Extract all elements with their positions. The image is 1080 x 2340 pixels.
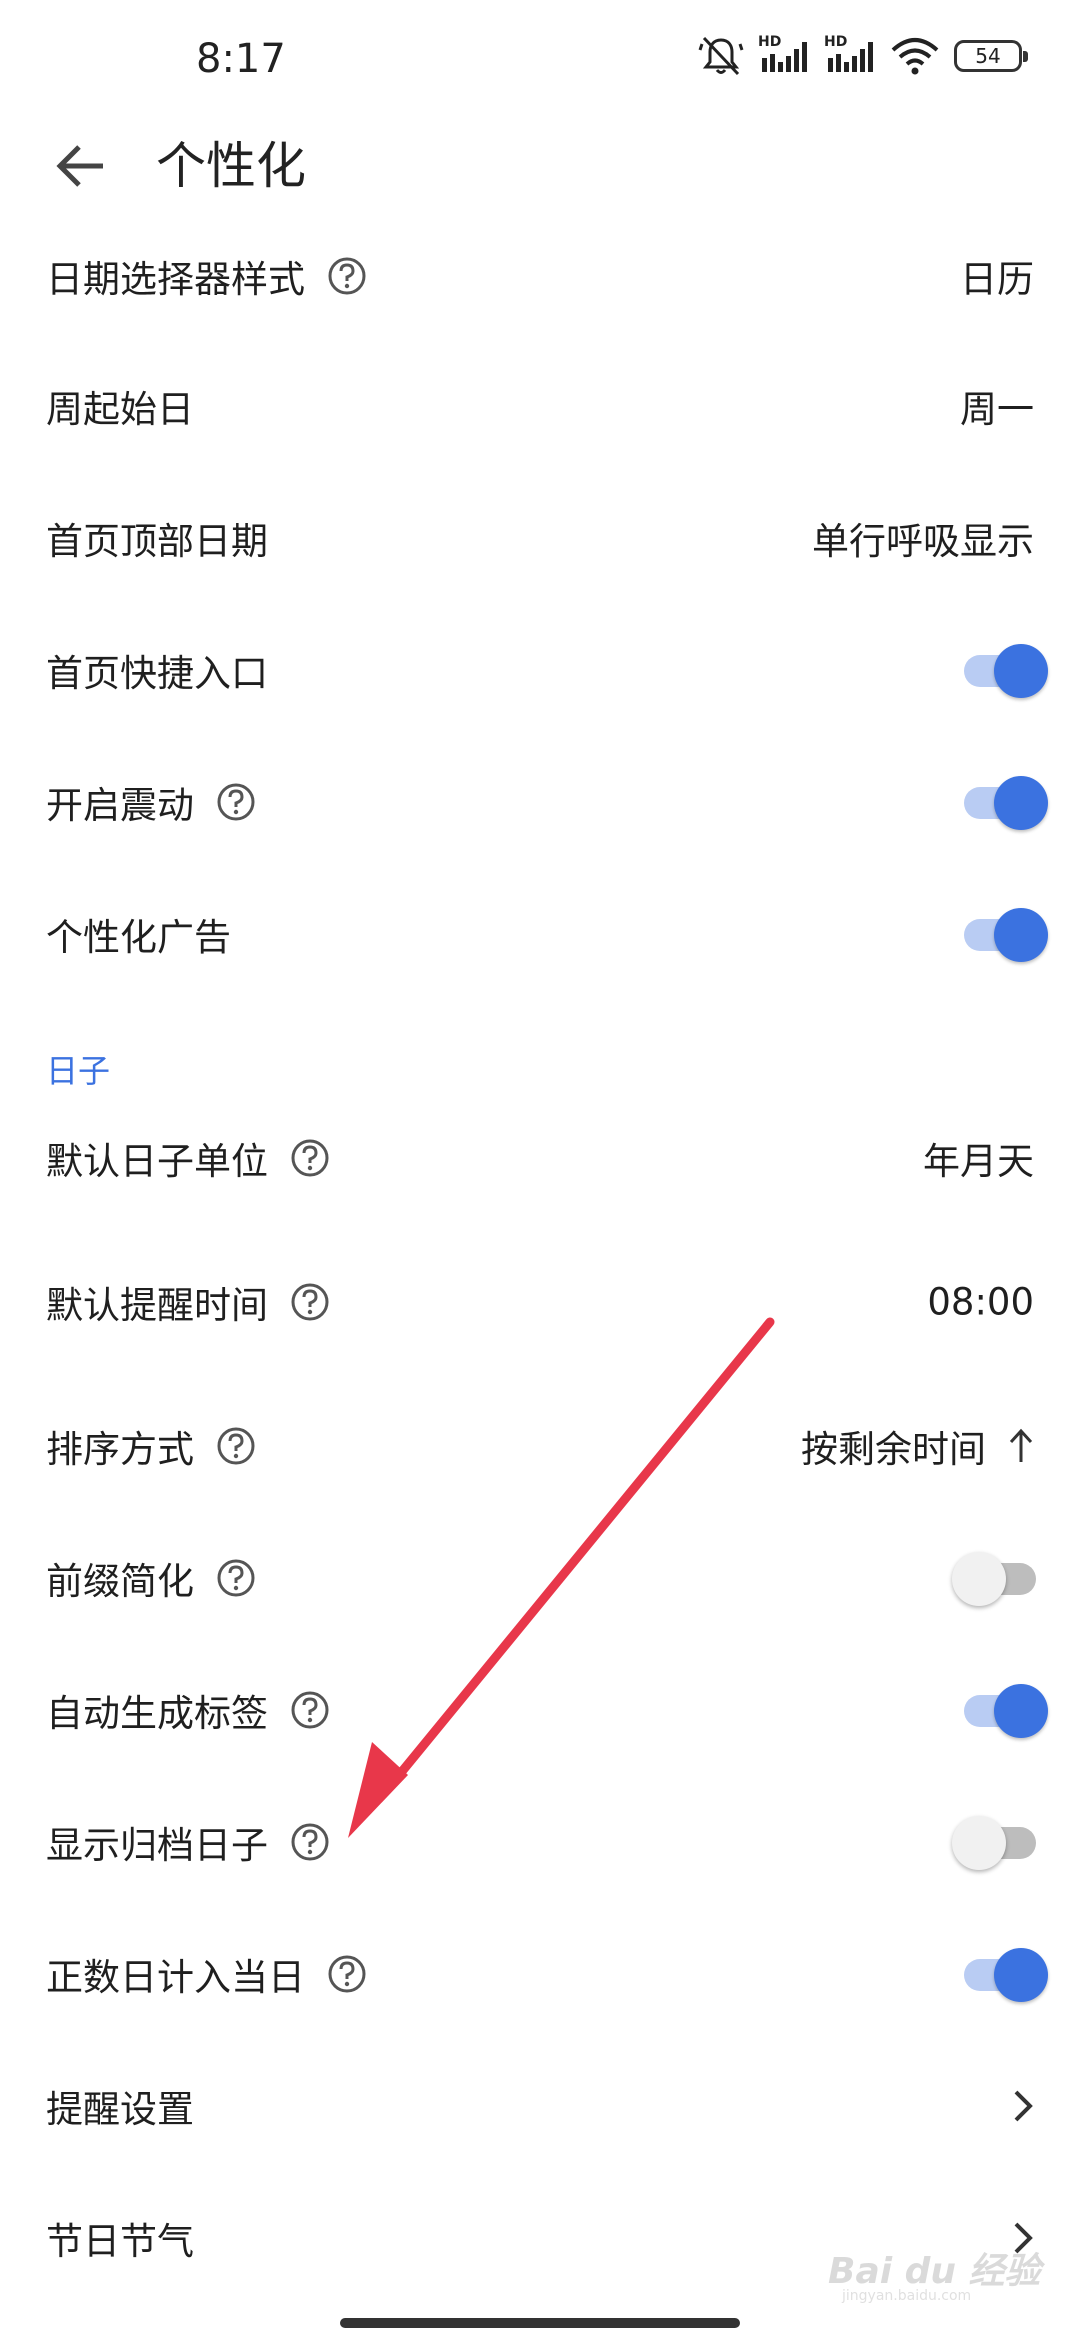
setting-value: 日历	[960, 258, 1034, 301]
setting-row-home-shortcut: 首页快捷入口	[0, 604, 1080, 736]
setting-row-sort-order[interactable]: 排序方式 按剩余时间	[0, 1380, 1080, 1512]
status-icons: HD HD 54	[698, 34, 1028, 78]
arrow-up-icon	[1009, 1428, 1033, 1462]
toggle-thumb	[952, 1552, 1006, 1606]
help-icon[interactable]	[216, 1426, 256, 1466]
home-indicator[interactable]	[340, 2318, 740, 2328]
chevron-right-icon	[1014, 2090, 1033, 2122]
battery-level: 54	[975, 44, 1001, 68]
baidu-watermark: Bai du 经验 jingyan.baidu.com	[820, 2238, 1050, 2308]
setting-label: 提醒设置	[46, 2088, 194, 2131]
setting-row-default-reminder-time[interactable]: 默认提醒时间 08:00	[0, 1236, 1080, 1368]
setting-row-week-start[interactable]: 周起始日 周一	[0, 340, 1080, 472]
setting-label: 首页快捷入口	[46, 652, 268, 695]
status-time: 8:17	[196, 36, 286, 82]
setting-row-personalized-ads: 个性化广告	[0, 868, 1080, 1000]
setting-label: 个性化广告	[46, 916, 231, 959]
setting-value: 按剩余时间	[801, 1428, 986, 1471]
help-icon[interactable]	[290, 1282, 330, 1322]
toggle-thumb	[952, 1816, 1006, 1870]
watermark-text: Bai du 经验	[828, 2251, 1041, 2292]
help-icon[interactable]	[216, 782, 256, 822]
toggle-thumb	[994, 1948, 1048, 2002]
setting-label: 排序方式	[46, 1428, 194, 1471]
app-bar: 个性化	[0, 116, 1080, 216]
setting-row-reminder-settings[interactable]: 提醒设置	[0, 2040, 1080, 2172]
toggle-switch[interactable]	[952, 1944, 1048, 2004]
setting-row-default-unit[interactable]: 默认日子单位 年月天	[0, 1092, 1080, 1224]
toggle-thumb	[994, 908, 1048, 962]
setting-label: 前缀简化	[46, 1560, 194, 1603]
setting-row-vibration: 开启震动	[0, 736, 1080, 868]
toggle-thumb	[994, 1684, 1048, 1738]
setting-label: 日期选择器样式	[46, 258, 305, 301]
setting-label: 显示归档日子	[46, 1824, 268, 1867]
watermark-sub: jingyan.baidu.com	[842, 2288, 972, 2304]
setting-label: 默认日子单位	[46, 1140, 268, 1183]
setting-label: 周起始日	[46, 388, 194, 431]
wifi-icon	[891, 38, 939, 75]
toggle-switch[interactable]	[952, 1680, 1048, 1740]
setting-row-prefix-simplify: 前缀简化	[0, 1512, 1080, 1644]
setting-label: 节日节气	[46, 2220, 194, 2263]
status-bar: 8:17 HD HD 54	[0, 0, 1080, 130]
setting-label: 首页顶部日期	[46, 520, 268, 563]
setting-row-auto-tags: 自动生成标签	[0, 1644, 1080, 1776]
help-icon[interactable]	[290, 1138, 330, 1178]
toggle-switch[interactable]	[952, 1812, 1048, 1872]
setting-value: 单行呼吸显示	[812, 520, 1034, 563]
setting-row-show-archived: 显示归档日子	[0, 1776, 1080, 1908]
arrow-back-icon	[56, 145, 103, 187]
setting-label: 自动生成标签	[46, 1692, 268, 1735]
setting-row-date-picker-style[interactable]: 日期选择器样式 日历	[0, 210, 1080, 342]
setting-row-count-current-day: 正数日计入当日	[0, 1908, 1080, 2040]
toggle-thumb	[994, 776, 1048, 830]
page-title: 个性化	[156, 137, 306, 195]
setting-value: 周一	[960, 388, 1034, 431]
toggle-switch[interactable]	[952, 904, 1048, 964]
mute-vibrate-icon	[698, 36, 744, 76]
setting-label: 正数日计入当日	[46, 1956, 305, 1999]
help-icon[interactable]	[290, 1822, 330, 1862]
setting-value: 年月天	[923, 1140, 1034, 1183]
toggle-switch[interactable]	[952, 772, 1048, 832]
help-icon[interactable]	[216, 1558, 256, 1598]
section-header: 日子	[46, 1052, 111, 1090]
setting-label: 默认提醒时间	[46, 1284, 268, 1327]
signal-hd-icon: HD	[824, 34, 876, 78]
help-icon[interactable]	[290, 1690, 330, 1730]
battery-icon: 54	[954, 40, 1028, 72]
setting-label: 开启震动	[46, 784, 194, 827]
toggle-switch[interactable]	[952, 640, 1048, 700]
toggle-switch[interactable]	[952, 1548, 1048, 1608]
toggle-thumb	[994, 644, 1048, 698]
help-icon[interactable]	[327, 256, 367, 296]
signal-hd-icon: HD	[758, 34, 810, 78]
help-icon[interactable]	[327, 1954, 367, 1994]
setting-value: 08:00	[927, 1280, 1034, 1324]
back-button[interactable]	[46, 134, 116, 198]
setting-row-home-top-date[interactable]: 首页顶部日期 单行呼吸显示	[0, 472, 1080, 604]
